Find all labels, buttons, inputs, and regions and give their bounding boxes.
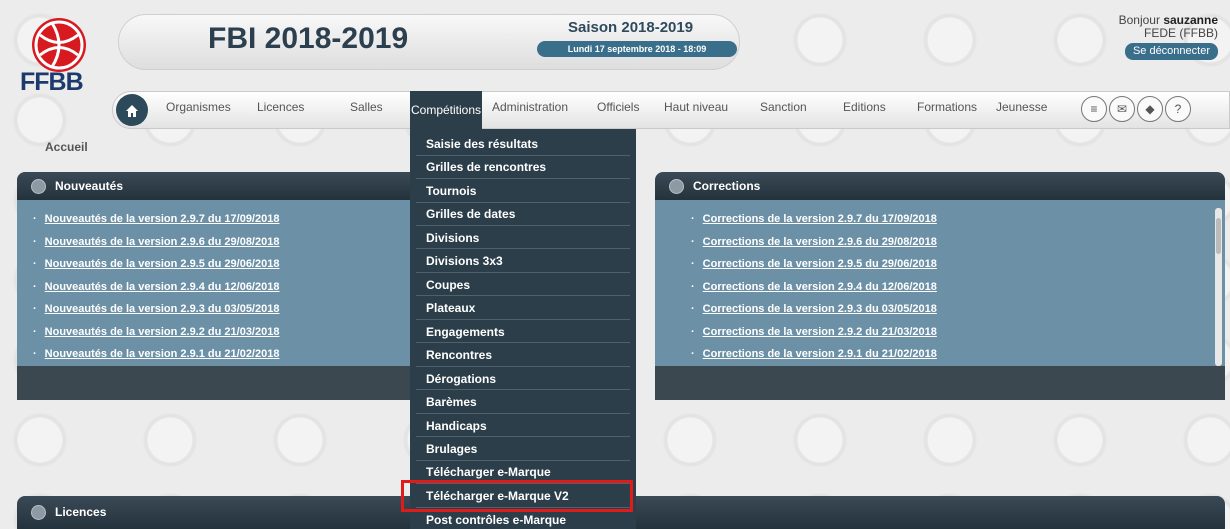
panel-body: · Corrections de la version 2.9.7 du 17/0… bbox=[655, 200, 1225, 366]
panel-corrections: Corrections · Corrections de la version 2… bbox=[655, 172, 1225, 416]
menu-divider bbox=[416, 436, 630, 437]
nouveaute-link[interactable]: Nouveautés de la version 2.9.5 du 29/06/… bbox=[45, 258, 280, 270]
correction-link[interactable]: Corrections de la version 2.9.6 du 29/08… bbox=[703, 236, 937, 248]
menu-item-plateaux[interactable]: Plateaux bbox=[426, 301, 475, 315]
basketball-logo-icon bbox=[32, 18, 86, 72]
username: sauzanne bbox=[1163, 13, 1218, 27]
nav-editions[interactable]: Editions bbox=[843, 100, 886, 114]
breadcrumb[interactable]: Accueil bbox=[45, 140, 88, 154]
list-item: · Corrections de la version 2.9.5 du 29/0… bbox=[691, 258, 937, 270]
nav-licences[interactable]: Licences bbox=[257, 100, 304, 114]
menu-divider bbox=[416, 389, 630, 390]
user-box: Bonjour sauzanne FEDE (FFBB) Se déconnec… bbox=[1119, 14, 1218, 60]
menu-item-divisions-3x3[interactable]: Divisions 3x3 bbox=[426, 254, 503, 268]
panel-title: Corrections bbox=[693, 179, 761, 193]
nouveaute-link[interactable]: Nouveautés de la version 2.9.4 du 12/06/… bbox=[45, 281, 280, 293]
menu-item-divisions[interactable]: Divisions bbox=[426, 231, 479, 245]
competitions-dropdown: Saisie des résultats Grilles de rencontr… bbox=[410, 129, 636, 529]
list-item: · Corrections de la version 2.9.4 du 12/0… bbox=[691, 280, 937, 293]
home-button[interactable] bbox=[116, 94, 148, 126]
menu-divider bbox=[416, 342, 630, 343]
panel-footer bbox=[655, 366, 1225, 400]
nav-jeunesse[interactable]: Jeunesse bbox=[996, 100, 1047, 114]
nouveaute-link[interactable]: Nouveautés de la version 2.9.7 du 17/09/… bbox=[45, 213, 280, 225]
app-title: FBI 2018-2019 bbox=[208, 22, 409, 55]
nav-competitions[interactable]: Compétitions bbox=[410, 91, 483, 129]
panel-header: Corrections bbox=[655, 172, 1225, 200]
correction-link[interactable]: Corrections de la version 2.9.2 du 21/03… bbox=[703, 326, 937, 338]
menu-divider bbox=[416, 225, 630, 226]
menu-item-brulages[interactable]: Brulages bbox=[426, 442, 477, 456]
correction-link[interactable]: Corrections de la version 2.9.5 du 29/06… bbox=[703, 258, 937, 270]
menu-divider bbox=[416, 460, 630, 461]
nav-sanction[interactable]: Sanction bbox=[760, 100, 807, 114]
list-item: · Corrections de la version 2.9.7 du 17/0… bbox=[691, 213, 937, 225]
scrollbar[interactable] bbox=[1215, 208, 1222, 366]
menu-item-handicaps[interactable]: Handicaps bbox=[426, 419, 487, 433]
help-icon[interactable]: ? bbox=[1165, 96, 1191, 122]
logo-text: FFBB bbox=[20, 68, 84, 96]
menu-divider bbox=[416, 272, 630, 273]
nouveaute-link[interactable]: Nouveautés de la version 2.9.2 du 21/03/… bbox=[45, 326, 280, 338]
correction-link[interactable]: Corrections de la version 2.9.1 du 21/02… bbox=[703, 348, 937, 360]
logout-button[interactable]: Se déconnecter bbox=[1124, 43, 1218, 60]
menu-item-tournois[interactable]: Tournois bbox=[426, 184, 476, 198]
panel-bullet-icon bbox=[31, 179, 46, 194]
correction-link[interactable]: Corrections de la version 2.9.7 du 17/09… bbox=[703, 213, 937, 225]
highlight-box bbox=[401, 480, 633, 512]
panel-title: Nouveautés bbox=[55, 179, 124, 193]
correction-link[interactable]: Corrections de la version 2.9.3 du 03/05… bbox=[703, 303, 937, 315]
nouveaute-link[interactable]: Nouveautés de la version 2.9.1 du 21/02/… bbox=[45, 348, 280, 360]
greeting-text: Bonjour bbox=[1118, 13, 1160, 27]
list-icon[interactable]: ≡ bbox=[1081, 96, 1107, 122]
correction-link[interactable]: Corrections de la version 2.9.4 du 12/06… bbox=[703, 281, 937, 293]
nav-officiels[interactable]: Officiels bbox=[597, 100, 639, 114]
menu-divider bbox=[416, 413, 630, 414]
scrollbar-thumb[interactable] bbox=[1216, 218, 1221, 254]
mail-icon[interactable]: ✉ bbox=[1109, 96, 1135, 122]
menu-divider bbox=[416, 248, 630, 249]
menu-item-grilles-rencontres[interactable]: Grilles de rencontres bbox=[426, 160, 546, 174]
menu-item-engagements[interactable]: Engagements bbox=[426, 325, 505, 339]
menu-item-baremes[interactable]: Barèmes bbox=[426, 395, 477, 409]
list-item: · Corrections de la version 2.9.1 du 21/0… bbox=[691, 348, 937, 360]
nav-haut-niveau[interactable]: Haut niveau bbox=[664, 100, 728, 114]
ffbb-logo[interactable]: FFBB bbox=[20, 18, 110, 98]
nouveaute-link[interactable]: Nouveautés de la version 2.9.3 du 03/05/… bbox=[45, 303, 280, 315]
menu-divider bbox=[416, 178, 630, 179]
book-icon[interactable]: ◆ bbox=[1137, 96, 1163, 122]
panel-bullet-icon bbox=[31, 505, 46, 520]
nav-organismes[interactable]: Organismes bbox=[166, 100, 231, 114]
menu-item-rencontres[interactable]: Rencontres bbox=[426, 348, 492, 362]
menu-divider bbox=[416, 366, 630, 367]
panel-title: Licences bbox=[55, 505, 107, 519]
panel-bullet-icon bbox=[669, 179, 684, 194]
menu-item-derogations[interactable]: Dérogations bbox=[426, 372, 496, 386]
list-item: · Corrections de la version 2.9.2 du 21/0… bbox=[691, 325, 937, 338]
menu-item-post-controles-emarque[interactable]: Post contrôles e-Marque bbox=[426, 513, 566, 527]
menu-item-grilles-dates[interactable]: Grilles de dates bbox=[426, 207, 515, 221]
season-label: Saison 2018-2019 bbox=[568, 19, 694, 36]
org-label: FEDE (FFBB) bbox=[1144, 26, 1218, 40]
nav-salles[interactable]: Salles bbox=[350, 100, 383, 114]
nav-administration[interactable]: Administration bbox=[492, 100, 568, 114]
home-icon bbox=[126, 105, 138, 118]
datetime-badge: Lundi 17 septembre 2018 - 18:09 bbox=[537, 41, 737, 57]
menu-divider bbox=[416, 295, 630, 296]
list-item: · Corrections de la version 2.9.3 du 03/0… bbox=[691, 303, 937, 315]
menu-divider bbox=[416, 319, 630, 320]
menu-item-saisie-resultats[interactable]: Saisie des résultats bbox=[426, 137, 538, 151]
nav-formations[interactable]: Formations bbox=[917, 100, 977, 114]
menu-item-coupes[interactable]: Coupes bbox=[426, 278, 470, 292]
list-item: · Corrections de la version 2.9.6 du 29/0… bbox=[691, 235, 937, 248]
nouveaute-link[interactable]: Nouveautés de la version 2.9.6 du 29/08/… bbox=[45, 236, 280, 248]
menu-divider bbox=[416, 202, 630, 203]
menu-divider bbox=[416, 155, 630, 156]
menu-item-telecharger-emarque[interactable]: Télécharger e-Marque bbox=[426, 465, 551, 479]
corrections-list: · Corrections de la version 2.9.7 du 17/0… bbox=[675, 208, 1225, 366]
